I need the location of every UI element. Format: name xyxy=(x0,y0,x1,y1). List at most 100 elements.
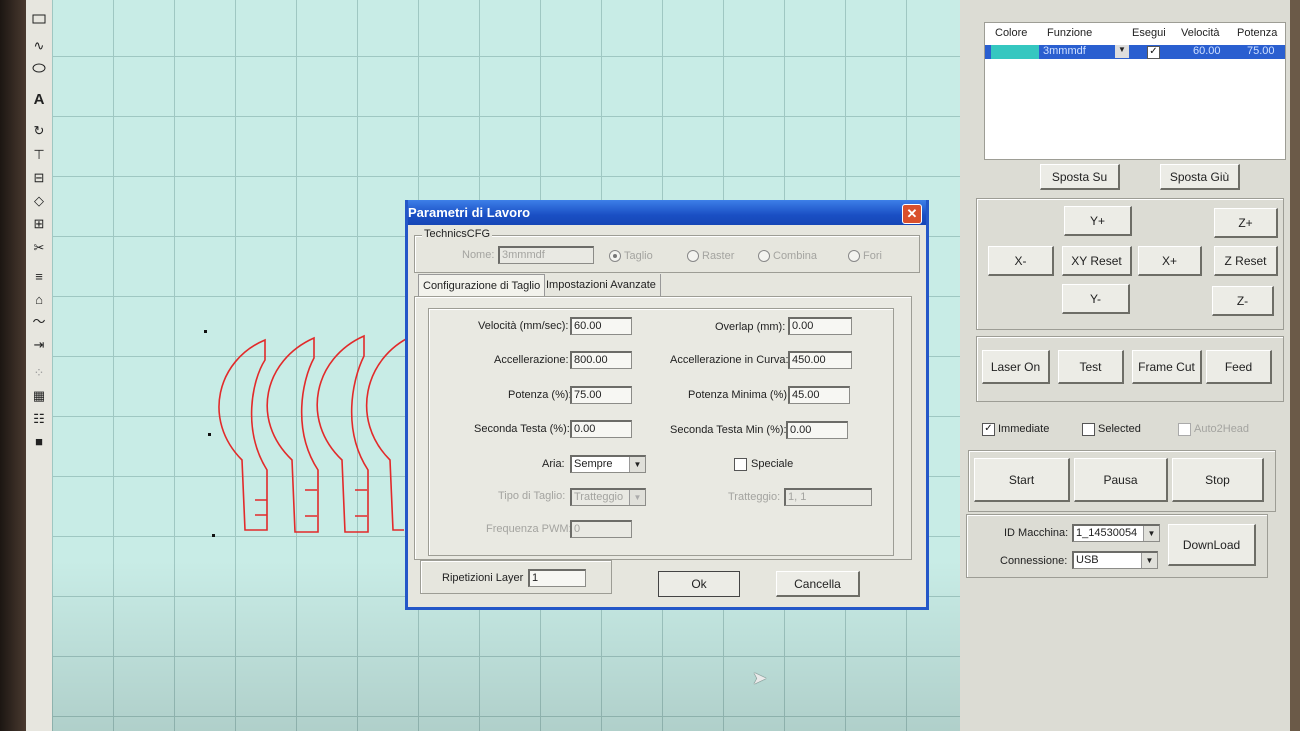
overlap-input[interactable]: 0.00 xyxy=(788,317,852,335)
hatch-icon[interactable]: ≡ xyxy=(30,268,48,286)
tratteggio-label: Tratteggio: xyxy=(728,491,781,503)
test-button[interactable]: Test xyxy=(1058,350,1124,384)
tipo-taglio-select[interactable]: Tratteggio ▼ xyxy=(570,488,646,506)
id-macchina-select[interactable]: 1_14530054 ▼ xyxy=(1072,524,1160,542)
col-potenza: Potenza xyxy=(1237,27,1278,39)
ripetizioni-input[interactable]: 1 xyxy=(528,569,586,587)
seconda-testa-min-label: Seconda Testa Min (%): xyxy=(670,424,787,436)
tipo-taglio-label: Tipo di Taglio: xyxy=(498,490,566,502)
feed-button[interactable]: Feed xyxy=(1206,350,1272,384)
tab-impostazioni[interactable]: Impostazioni Avanzate xyxy=(542,274,661,296)
speciale-label: Speciale xyxy=(751,458,794,470)
cancella-button[interactable]: Cancella xyxy=(776,571,860,597)
grid-dots-icon[interactable]: ⁘ xyxy=(30,364,48,382)
y-minus-button[interactable]: Y- xyxy=(1062,284,1130,314)
pause-button[interactable]: Pausa xyxy=(1074,458,1168,502)
align-center-icon[interactable]: ⊟ xyxy=(30,169,48,187)
combina-radio[interactable] xyxy=(758,250,770,262)
fori-label: Fori xyxy=(863,250,882,262)
id-macchina-value: 1_14530054 xyxy=(1076,527,1138,539)
close-icon[interactable]: ✕ xyxy=(902,204,922,224)
immediate-checkbox[interactable]: ✓ xyxy=(982,423,995,436)
chevron-down-icon: ▼ xyxy=(629,490,645,505)
chevron-down-icon[interactable]: ▼ xyxy=(1115,45,1129,58)
rectangle-icon[interactable] xyxy=(30,12,48,30)
x-plus-button[interactable]: X+ xyxy=(1138,246,1202,276)
rotate-icon[interactable]: ↻ xyxy=(30,122,48,140)
tratteggio-input[interactable]: 1, 1 xyxy=(784,488,872,506)
node-edit-icon[interactable]: ◇ xyxy=(30,192,48,210)
text-icon[interactable]: A xyxy=(30,91,48,109)
accel-label: Accellerazione: xyxy=(494,354,569,366)
drawing-toolbar: ∿ A ↻ ⊤ ⊟ ◇ ⊞ ✂ ≡ ⌂ 〜 ⇥ ⁘ ▦ ☷ ■ xyxy=(26,0,53,731)
distribute-icon[interactable]: ⊞ xyxy=(30,215,48,233)
y-plus-button[interactable]: Y+ xyxy=(1064,206,1132,236)
tipo-taglio-value: Tratteggio xyxy=(574,491,624,503)
row-funzione: 3mmmdf xyxy=(1043,45,1086,57)
z-plus-button[interactable]: Z+ xyxy=(1214,208,1278,238)
raster-label: Raster xyxy=(702,250,735,262)
xy-reset-button[interactable]: XY Reset xyxy=(1062,246,1132,276)
aria-value: Sempre xyxy=(574,458,613,470)
connessione-select[interactable]: USB ▼ xyxy=(1072,551,1158,569)
table-row[interactable]: 3mmmdf ▼ ✓ 60.00 75.00 xyxy=(985,45,1285,59)
row-potenza: 75.00 xyxy=(1247,45,1275,57)
raster-radio[interactable] xyxy=(687,250,699,262)
velocita-input[interactable]: 60.00 xyxy=(570,317,632,335)
pwm-input[interactable]: 0 xyxy=(570,520,632,538)
nome-input[interactable]: 3mmmdf xyxy=(498,246,594,264)
connessione-label: Connessione: xyxy=(1000,555,1068,567)
frame-cut-button[interactable]: Frame Cut xyxy=(1132,350,1202,384)
row-esegui-checkbox[interactable]: ✓ xyxy=(1147,46,1160,59)
ripetizioni-label: Ripetizioni Layer xyxy=(442,572,524,584)
trim-icon[interactable]: ⇥ xyxy=(30,336,48,354)
sposta-giu-button[interactable]: Sposta Giù xyxy=(1160,164,1240,190)
accel-input[interactable]: 800.00 xyxy=(570,351,632,369)
stop-button[interactable]: Stop xyxy=(1172,458,1264,502)
z-minus-button[interactable]: Z- xyxy=(1212,286,1274,316)
seconda-testa-label: Seconda Testa (%): xyxy=(474,423,570,435)
laser-on-button[interactable]: Laser On xyxy=(982,350,1050,384)
taglio-radio[interactable] xyxy=(609,250,621,262)
layer-color-swatch xyxy=(991,45,1039,59)
taglio-label: Taglio xyxy=(624,250,653,262)
connessione-value: USB xyxy=(1076,554,1099,566)
dialog-title: Parametri di Lavoro xyxy=(408,205,531,220)
seconda-testa-min-input[interactable]: 0.00 xyxy=(786,421,848,439)
selected-checkbox[interactable] xyxy=(1082,423,1095,436)
z-reset-button[interactable]: Z Reset xyxy=(1214,246,1278,276)
potenza-min-input[interactable]: 45.00 xyxy=(788,386,850,404)
col-colore: Colore xyxy=(995,27,1028,39)
accel-curve-label: Accellerazione in Curva: xyxy=(670,354,789,366)
layer-table-header: Colore Funzione Esegui Velocità Potenza xyxy=(985,27,1285,43)
align-top-icon[interactable]: ⊤ xyxy=(30,146,48,164)
monitor-bezel-left xyxy=(0,0,26,731)
download-button[interactable]: DownLoad xyxy=(1168,524,1256,566)
fori-radio[interactable] xyxy=(848,250,860,262)
smooth-icon[interactable]: 〜 xyxy=(30,313,48,331)
ellipse-icon[interactable] xyxy=(30,61,48,79)
scissors-icon[interactable]: ✂ xyxy=(30,239,48,257)
speciale-checkbox[interactable] xyxy=(734,458,747,471)
group-icon[interactable]: ▦ xyxy=(30,387,48,405)
potenza-min-label: Potenza Minima (%): xyxy=(688,389,791,401)
potenza-input[interactable]: 75.00 xyxy=(570,386,632,404)
tab-configurazione[interactable]: Configurazione di Taglio xyxy=(418,274,546,296)
seconda-testa-input[interactable]: 0.00 xyxy=(570,420,632,438)
dialog-title-bar[interactable]: Parametri di Lavoro ✕ xyxy=(408,200,926,225)
start-button[interactable]: Start xyxy=(974,458,1070,502)
auto2head-checkbox[interactable] xyxy=(1178,423,1191,436)
fill-icon[interactable]: ■ xyxy=(30,433,48,451)
sposta-su-button[interactable]: Sposta Su xyxy=(1040,164,1120,190)
col-velocita: Velocità xyxy=(1181,27,1220,39)
x-minus-button[interactable]: X- xyxy=(988,246,1054,276)
accel-curve-input[interactable]: 450.00 xyxy=(788,351,852,369)
table-icon[interactable]: ☷ xyxy=(30,410,48,428)
ok-button[interactable]: Ok xyxy=(658,571,740,597)
array-icon[interactable]: ⌂ xyxy=(30,291,48,309)
aria-label: Aria: xyxy=(542,458,565,470)
overlap-label: Overlap (mm): xyxy=(715,321,786,333)
chevron-down-icon: ▼ xyxy=(1141,553,1157,568)
aria-select[interactable]: Sempre ▼ xyxy=(570,455,646,473)
curve-icon[interactable]: ∿ xyxy=(30,37,48,55)
